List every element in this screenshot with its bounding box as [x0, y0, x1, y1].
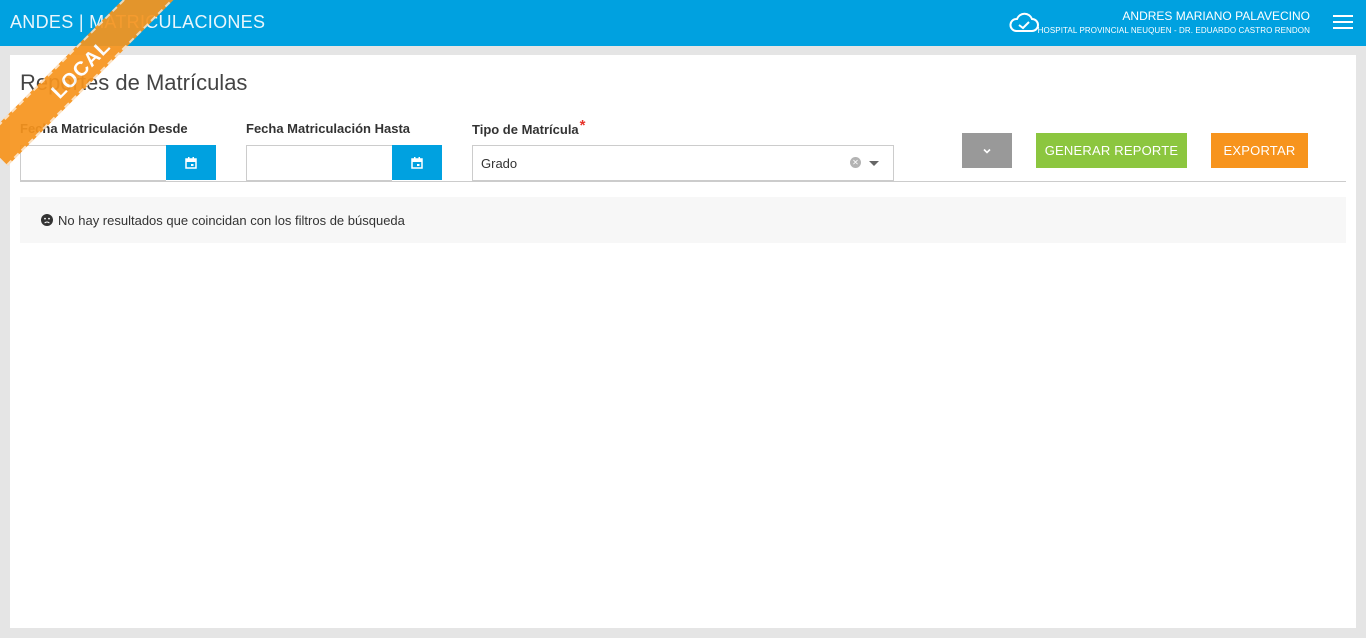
cloud-check-icon[interactable]: [1008, 11, 1040, 35]
hamburger-menu-icon[interactable]: [1333, 15, 1353, 31]
divider: [20, 181, 1346, 182]
tipo-matricula-label: Tipo de Matrícula*: [472, 117, 586, 138]
tipo-matricula-label-text: Tipo de Matrícula: [472, 122, 579, 137]
generar-reporte-button[interactable]: GENERAR REPORTE: [1036, 133, 1187, 168]
chevron-down-icon: [983, 148, 991, 154]
required-asterisk: *: [579, 117, 586, 134]
calendar-icon: [411, 156, 423, 169]
calendar-icon: [185, 156, 197, 169]
user-name: ANDRES MARIANO PALAVECINO: [1122, 9, 1310, 23]
fecha-hasta-input[interactable]: [246, 145, 392, 181]
fecha-desde-input[interactable]: [20, 145, 166, 181]
fecha-hasta-label: Fecha Matriculación Hasta: [246, 121, 410, 136]
toggle-filters-button[interactable]: [962, 133, 1012, 168]
dropdown-arrow-icon[interactable]: [869, 161, 879, 166]
fecha-hasta-calendar-button[interactable]: [392, 145, 442, 180]
fecha-desde-calendar-button[interactable]: [166, 145, 216, 180]
sad-face-icon: [41, 214, 53, 226]
clear-selection-icon[interactable]: ✕: [850, 157, 861, 168]
exportar-button[interactable]: EXPORTAR: [1211, 133, 1308, 168]
tipo-matricula-select[interactable]: Grado ✕: [472, 145, 894, 181]
top-navbar: ANDES | MATRICULACIONES ANDRES MARIANO P…: [0, 0, 1366, 46]
empty-results-text: No hay resultados que coincidan con los …: [58, 212, 405, 228]
user-info: ANDRES MARIANO PALAVECINO HOSPITAL PROVI…: [1038, 9, 1310, 37]
tipo-matricula-value: Grado: [481, 156, 518, 171]
user-organization: HOSPITAL PROVINCIAL NEUQUEN - DR. EDUARD…: [1037, 26, 1310, 35]
empty-results-message: No hay resultados que coincidan con los …: [20, 197, 1346, 243]
main-card: Reportes de Matrículas Fecha Matriculaci…: [10, 55, 1356, 628]
